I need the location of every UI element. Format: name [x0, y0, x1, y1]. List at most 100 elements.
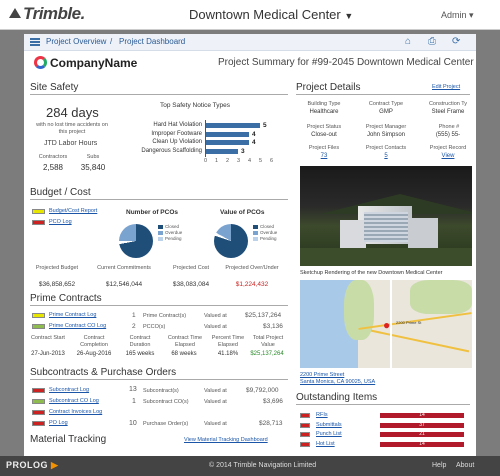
project-manager-label: Project Manager	[365, 124, 407, 130]
sub-colog-link[interactable]: Subcontract CO Log	[49, 398, 99, 405]
total-value-value: $25,137,264	[250, 351, 284, 357]
sub-count: 13	[129, 386, 137, 393]
total-value-label: Total Project Value	[252, 335, 284, 348]
invoice-log-link[interactable]: Contract Invoices Log	[49, 409, 102, 416]
trimble-logo[interactable]: Trimble.	[9, 4, 85, 24]
address-line2[interactable]: Santa Monica, CA 90025, USA	[300, 379, 375, 386]
legend-label: Overdue	[165, 230, 183, 235]
edit-project-link[interactable]: Edit Project	[432, 84, 460, 91]
po-value: $28,713	[259, 420, 283, 427]
sub-label: Subcontract(s)	[143, 388, 179, 394]
cur-commit-value: $12,546,044	[105, 281, 143, 288]
material-dashboard-link[interactable]: View Material Tracking Dashboard	[184, 437, 268, 444]
legend-label: Closed	[260, 224, 275, 229]
construction-type-value: Steel Frame	[431, 109, 465, 115]
refresh-icon[interactable]: ⟳	[452, 36, 460, 47]
outstanding-count-bar: 14	[380, 413, 464, 418]
subs-label: Subs	[86, 154, 100, 160]
building-type-label: Building Type	[307, 101, 341, 107]
copyright: © 2014 Trimble Navigation Limited	[209, 462, 317, 469]
project-records-link[interactable]: View	[420, 153, 476, 159]
company-logo-icon	[34, 56, 47, 69]
legend-swatch	[32, 313, 45, 318]
outstanding-item-link[interactable]: RFIs	[316, 412, 328, 419]
legend-swatch	[253, 231, 258, 235]
bar-label: Improper Footware	[151, 130, 202, 137]
contract-completion-label: Contract Completion	[80, 335, 108, 348]
project-status-value: Close-out	[311, 132, 337, 138]
prime-colog-link[interactable]: Prime Contract CO Log	[49, 323, 106, 330]
safety-days: 284 days	[46, 105, 99, 120]
time-elapsed-label: Contract Time Elapsed	[167, 335, 203, 348]
chart-title: Top Safety Notice Types	[160, 102, 230, 109]
item-swatch	[300, 422, 310, 428]
valued-at: Valued at	[204, 324, 227, 330]
contract-type-value: GMP	[379, 109, 393, 115]
location-map[interactable]: ● 2200 Prime St	[300, 280, 472, 368]
budget-report-link[interactable]: Budget/Cost Report	[49, 208, 97, 215]
bar-value: 3	[241, 147, 245, 155]
rendering-caption: Sketchup Rendering of the new Downtown M…	[300, 270, 443, 276]
bar-value: 5	[263, 122, 267, 129]
project-status-label: Project Status	[306, 124, 342, 130]
project-files-link[interactable]: 73	[298, 153, 350, 159]
building-rendering	[300, 166, 472, 266]
about-link[interactable]: About	[456, 462, 474, 469]
sub-co-value: $3,696	[263, 398, 283, 405]
legend-swatch	[32, 399, 45, 404]
trimble-logo-icon	[9, 8, 21, 18]
help-link[interactable]: Help	[432, 462, 446, 469]
hierarchy-icon[interactable]: ⌂	[405, 36, 411, 47]
outstanding-heading: Outstanding Items	[296, 392, 470, 405]
site-safety-heading: Site Safety	[30, 82, 288, 95]
pco-count-pie	[119, 224, 153, 258]
admin-menu[interactable]: Admin ▾	[441, 10, 474, 21]
valued-at: Valued at	[204, 399, 227, 405]
legend-label: Overdue	[260, 230, 278, 235]
outstanding-item-link[interactable]: Submittals	[316, 422, 342, 429]
prolog-logo[interactable]: PROLOG ▶	[6, 460, 58, 471]
legend-swatch	[253, 237, 258, 241]
footer: PROLOG ▶ © 2014 Trimble Navigation Limit…	[0, 456, 500, 476]
legend-swatch	[32, 209, 45, 214]
prime-log-link[interactable]: Prime Contract Log	[49, 312, 96, 319]
project-manager-value: John Simpson	[366, 132, 406, 138]
project-contacts-link[interactable]: 5	[358, 153, 414, 159]
x-tick-label: 6	[270, 158, 274, 164]
bar-value: 4	[252, 139, 256, 146]
outstanding-item-link[interactable]: Hot List	[316, 441, 335, 448]
sub-value: $9,792,000	[246, 387, 279, 394]
outstanding-item-link[interactable]: Punch List	[316, 431, 342, 438]
address-line1[interactable]: 2200 Prime Street	[300, 372, 344, 379]
legend-label: Pending	[260, 236, 277, 241]
val-pcos-title: Value of PCOs	[220, 209, 265, 216]
project-records-label: Project Record	[429, 145, 467, 151]
pcco-value: $3,136	[263, 323, 283, 330]
proj-cost-value: $38,083,084	[172, 281, 210, 288]
legend-swatch	[32, 324, 45, 329]
print-icon[interactable]: ⎙	[428, 36, 436, 47]
x-tick-label: 1	[215, 158, 219, 164]
pco-log-link[interactable]: PCO Log	[49, 219, 72, 226]
contract-start-value: 27-Jun-2013	[31, 351, 65, 357]
po-log-link[interactable]: PO Log	[49, 420, 68, 427]
sub-log-link[interactable]: Subcontract Log	[49, 387, 89, 394]
dashboard-card: Project Overview / Project Dashboard ⌂ ⎙…	[24, 34, 476, 461]
project-selector[interactable]: Downtown Medical Center ▼	[189, 7, 353, 22]
bar	[205, 140, 249, 145]
bar-value: 4	[252, 130, 256, 138]
bar	[205, 148, 238, 154]
contractors-label: Contractors	[38, 154, 68, 160]
top-bar: Trimble. Downtown Medical Center ▼ Admin…	[0, 0, 500, 30]
legend-swatch	[158, 225, 163, 229]
x-tick-label: 0	[204, 158, 208, 164]
sub-co-label: Subcontract CO(s)	[143, 399, 189, 405]
x-tick-label: 2	[226, 158, 230, 164]
prolog-arrow-icon: ▶	[51, 460, 59, 470]
po-label: Purchase Order(s)	[143, 421, 189, 427]
proj-cost-label: Projected Cost	[172, 265, 210, 271]
breadcrumb-overview[interactable]: Project Overview	[46, 37, 106, 46]
menu-icon[interactable]	[30, 38, 40, 46]
breadcrumb-dashboard[interactable]: Project Dashboard	[119, 37, 185, 46]
legend-swatch	[158, 237, 163, 241]
